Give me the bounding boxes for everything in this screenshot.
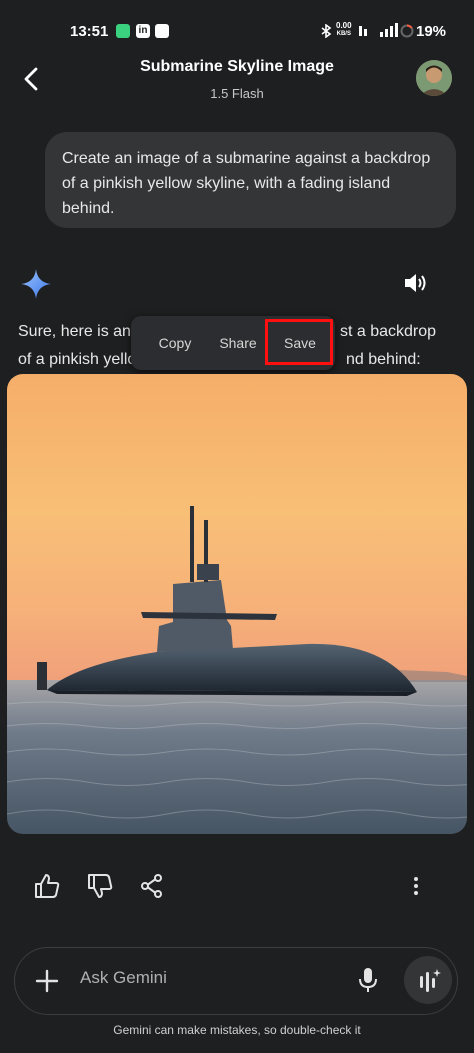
battery-percent: 19% [416,23,447,40]
ask-gemini-input[interactable]: Ask Gemini [80,968,167,988]
app-icon [155,24,169,38]
status-time: 13:51 [70,23,109,40]
microphone-icon[interactable] [357,966,379,994]
share-icon[interactable] [138,872,166,900]
more-options-icon[interactable] [402,872,430,900]
share-button[interactable]: Share [208,316,268,370]
live-waveform-icon [420,969,441,992]
response-line1-end: st a backdrop [340,323,437,340]
user-message-bubble[interactable]: Create an image of a submarine against a… [45,132,456,228]
generated-submarine-image[interactable] [7,374,467,834]
add-icon[interactable] [34,968,60,994]
linkedin-icon: in [136,24,150,38]
speaker-icon[interactable] [403,271,429,295]
volte-icon [359,26,367,36]
thumbs-down-icon[interactable] [86,872,114,900]
user-message-text: Create an image of a submarine against a… [62,150,431,217]
response-line2-start: of a pinkish yello [18,351,137,368]
net-speed: 0.00 KB/S [336,21,352,38]
status-bar: 13:51 in 0.00 KB/S 19% [0,0,474,62]
avatar[interactable] [416,60,452,96]
response-line1-start: Sure, here is an [18,323,131,340]
model-label[interactable]: 1.5 Flash [0,86,474,101]
copy-button[interactable]: Copy [145,316,205,370]
disclaimer-text: Gemini can make mistakes, so double-chec… [113,1023,361,1037]
signal-icon [380,23,398,37]
response-line2-end: nd behind: [346,351,421,368]
save-highlight-box [265,319,333,365]
battery-icon [400,24,414,38]
live-mode-button[interactable] [404,956,452,1004]
bluetooth-icon [321,24,332,38]
chat-title: Submarine Skyline Image [140,58,334,75]
gemini-star-icon [21,269,51,299]
thumbs-up-icon[interactable] [33,872,61,900]
app-icon [116,24,130,38]
